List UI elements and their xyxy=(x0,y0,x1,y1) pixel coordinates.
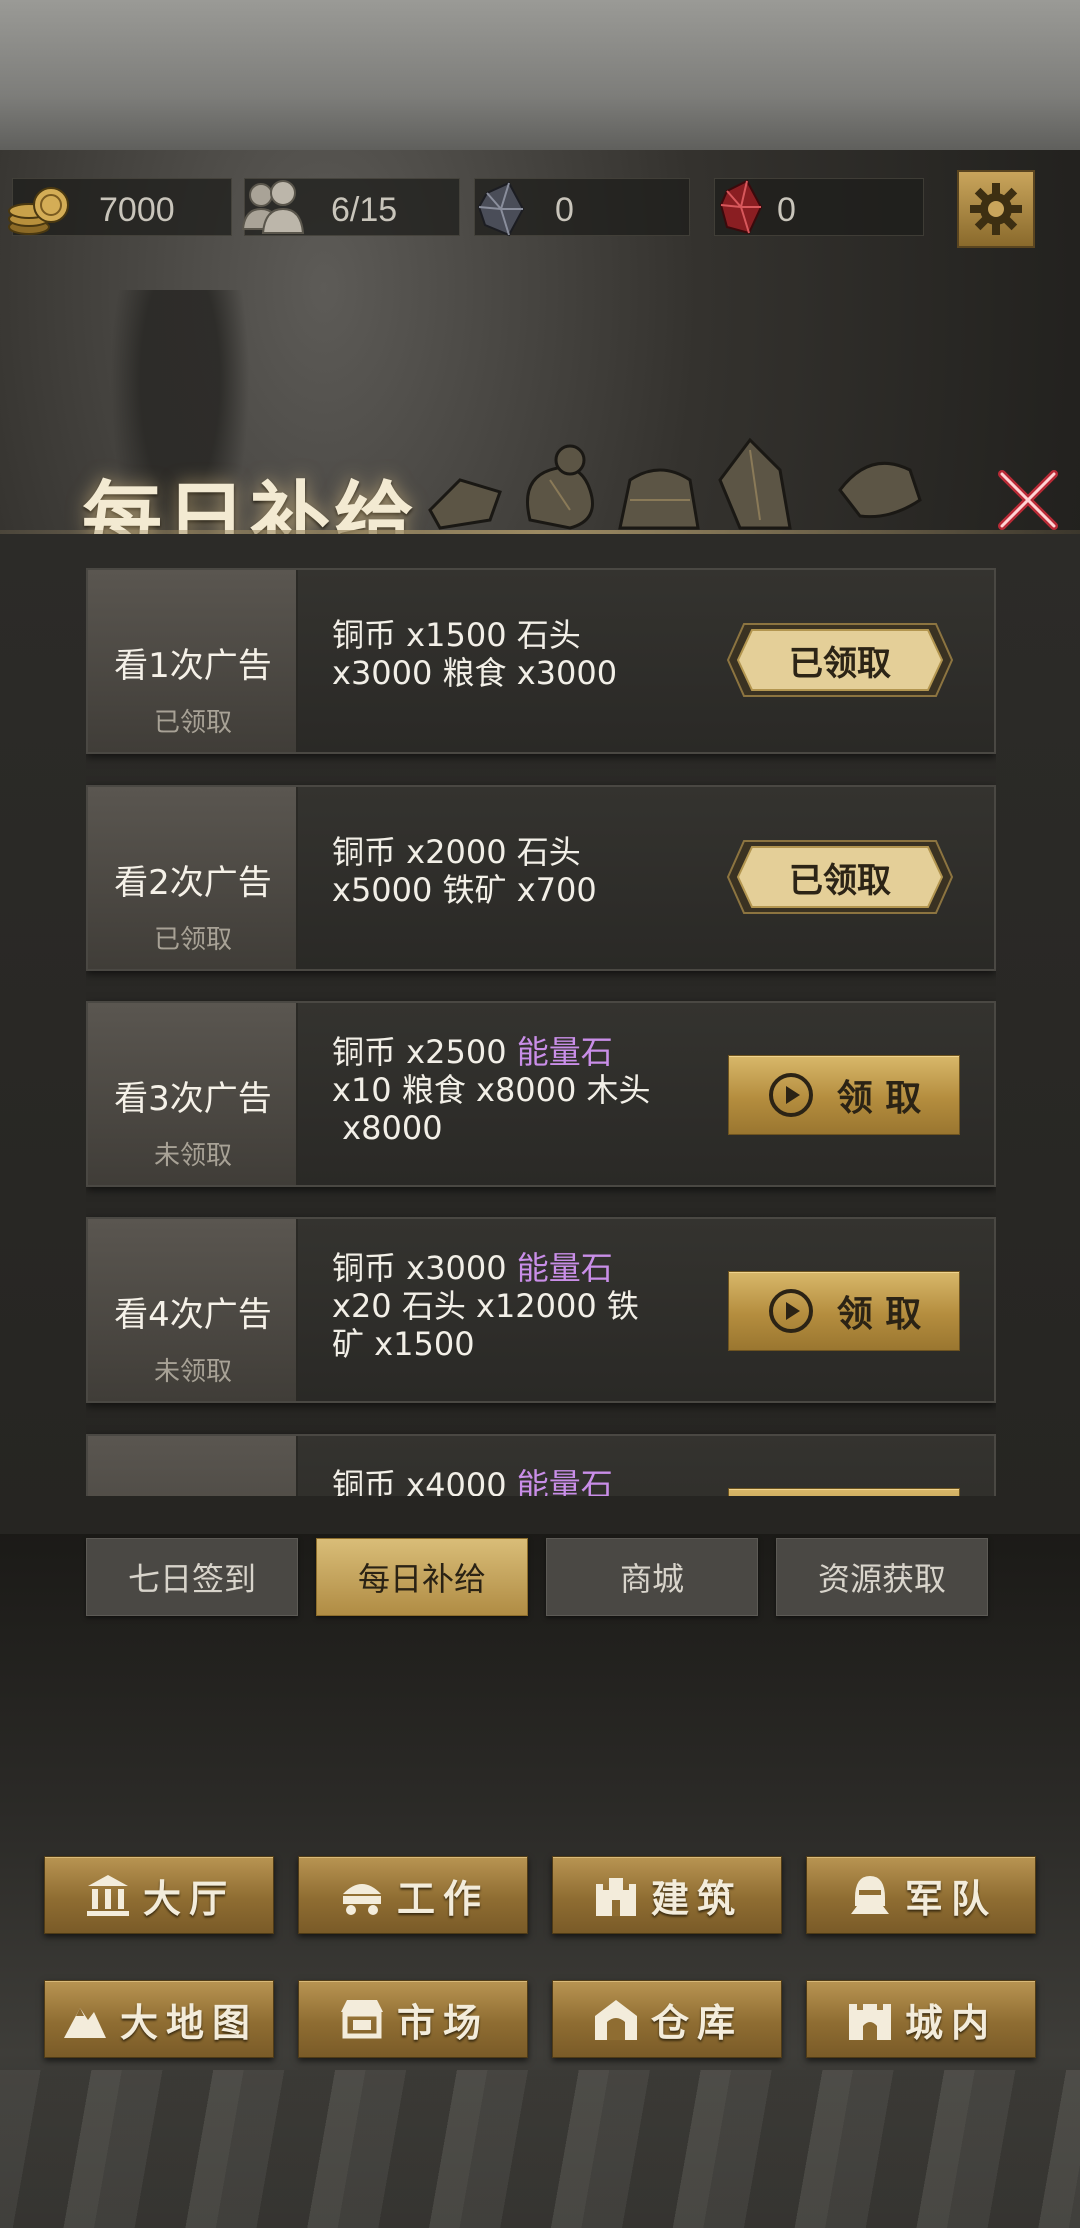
reward-text: 铜币 x2500 能量石 x10 粮食 x8000 木头 x8000 xyxy=(332,1033,651,1147)
market-icon xyxy=(340,2000,383,2039)
claimed-button: 已领取 xyxy=(724,620,956,700)
reward-card: 看3次广告 未领取 铜币 x2500 能量石 x10 粮食 x8000 木头 x… xyxy=(86,1001,996,1187)
play-icon xyxy=(768,1289,813,1333)
energy-stone-label: 能量石 xyxy=(516,1249,613,1287)
population-icon xyxy=(241,180,305,234)
dark-crystal-icon xyxy=(477,181,525,237)
reward-card: 看1次广告 已领取 铜币 x1500 石头 x3000 粮食 x3000 已领取 xyxy=(86,568,996,754)
claim-button[interactable]: 领 取 xyxy=(728,1055,960,1135)
energy-stone-label: 能量石 xyxy=(516,1466,613,1496)
nav-building-button[interactable]: 建筑 xyxy=(552,1856,782,1934)
army-icon xyxy=(850,1876,889,1914)
ad-count-label: 看1次广告 xyxy=(114,646,272,686)
settings-button[interactable] xyxy=(957,170,1035,248)
coins-value: 7000 xyxy=(99,191,175,229)
tab-daily-supply[interactable]: 每日补给 xyxy=(316,1538,528,1616)
map-icon xyxy=(63,2008,106,2038)
coins-icon xyxy=(8,187,69,235)
claim-button[interactable]: 领 取 xyxy=(728,1271,960,1351)
claim-status: 未领取 xyxy=(153,1357,232,1387)
reward-list[interactable]: 看1次广告 已领取 铜币 x1500 石头 x3000 粮食 x3000 已领取… xyxy=(86,568,996,1496)
resource-population: 6/15 xyxy=(241,178,460,236)
card-ad-block: 看4次广告 未领取 xyxy=(88,1219,298,1401)
hall-icon xyxy=(86,1875,129,1916)
play-icon xyxy=(768,1073,813,1117)
ad-count-label: 看2次广告 xyxy=(114,863,272,903)
claim-status: 已领取 xyxy=(153,925,232,955)
dark-crystal-value: 0 xyxy=(555,191,574,229)
ad-count-label: 看3次广告 xyxy=(114,1079,272,1119)
population-value: 6/15 xyxy=(331,191,398,229)
energy-stone-label: 能量石 xyxy=(516,1033,613,1071)
card-ad-block: 看2次广告 已领取 xyxy=(88,787,298,969)
background-stones xyxy=(0,2070,1080,2228)
resource-decoration-icons xyxy=(428,437,922,530)
reward-text: 铜币 x1500 石头 x3000 粮食 x3000 xyxy=(332,616,618,692)
work-icon xyxy=(342,1884,381,1915)
claim-status: 已领取 xyxy=(153,708,232,738)
nav-army-button[interactable]: 军队 xyxy=(806,1856,1036,1934)
nav-warehouse-button[interactable]: 仓库 xyxy=(552,1980,782,2058)
claimed-button: 已领取 xyxy=(724,837,956,917)
ad-count-label: 看4次广告 xyxy=(114,1295,272,1335)
resource-red-crystal: 0 xyxy=(714,178,924,236)
tab-shop[interactable]: 商城 xyxy=(546,1538,758,1616)
reward-text: 铜币 x4000 能量石 xyxy=(332,1466,712,1496)
resource-coins: 7000 xyxy=(8,178,232,236)
nav-map-button[interactable]: 大地图 xyxy=(44,1980,274,2058)
reward-text: 铜币 x3000 能量石 x20 石头 x12000 铁 矿 x1500 xyxy=(332,1249,639,1363)
tab-resource-acquire[interactable]: 资源获取 xyxy=(776,1538,988,1616)
card-ad-block: 看3次广告 未领取 xyxy=(88,1003,298,1185)
card-ad-block: 看1次广告 已领取 xyxy=(88,570,298,752)
city-icon xyxy=(848,2004,891,2040)
gear-icon xyxy=(970,183,1022,235)
resource-bar: 7000 6/15 0 0 xyxy=(0,170,1080,250)
reward-card: 看4次广告 未领取 铜币 x3000 能量石 x20 石头 x12000 铁 矿… xyxy=(86,1217,996,1403)
nav-city-button[interactable]: 城内 xyxy=(806,1980,1036,2058)
nav-work-button[interactable]: 工作 xyxy=(298,1856,528,1934)
warehouse-icon xyxy=(594,2000,637,2040)
building-icon xyxy=(595,1878,636,1916)
background-sky xyxy=(0,0,1080,160)
reward-card: 铜币 x4000 能量石 xyxy=(86,1434,996,1496)
reward-text: 铜币 x2000 石头 x5000 铁矿 x700 xyxy=(332,833,597,909)
nav-market-button[interactable]: 市场 xyxy=(298,1980,528,2058)
reward-card: 看2次广告 已领取 铜币 x2000 石头 x5000 铁矿 x700 已领取 xyxy=(86,785,996,971)
panel-tabs: 七日签到 每日补给 商城 资源获取 xyxy=(86,1538,996,1618)
red-crystal-icon xyxy=(719,179,763,235)
close-icon[interactable] xyxy=(990,462,1066,538)
claim-button[interactable] xyxy=(728,1488,960,1496)
resource-dark-crystal: 0 xyxy=(474,178,690,237)
red-crystal-value: 0 xyxy=(777,191,796,229)
card-ad-block xyxy=(88,1436,298,1496)
claim-status: 未领取 xyxy=(153,1141,232,1171)
nav-hall-button[interactable]: 大厅 xyxy=(44,1856,274,1934)
tab-seven-day-signin[interactable]: 七日签到 xyxy=(86,1538,298,1616)
